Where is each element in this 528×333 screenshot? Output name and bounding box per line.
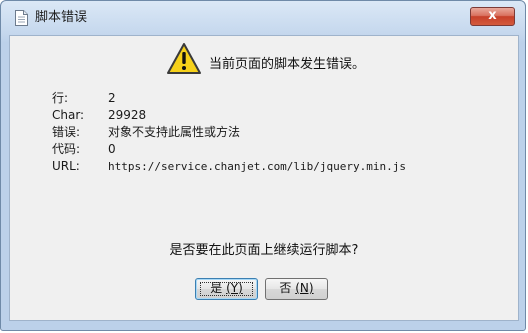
- error-headline: 当前页面的脚本发生错误。: [209, 57, 366, 72]
- detail-value: 29928: [108, 108, 147, 122]
- warning-triangle-icon: [166, 42, 202, 76]
- detail-label: 代码:: [52, 142, 81, 156]
- document-icon: [15, 10, 28, 26]
- yes-button-label: 是 (Y): [210, 281, 243, 295]
- window-title: 脚本错误: [35, 10, 88, 25]
- detail-value-url: https://service.chanjet.com/lib/jquery.m…: [108, 160, 407, 173]
- detail-label: 错误:: [52, 125, 81, 139]
- detail-value: 2: [108, 91, 116, 105]
- title-bar[interactable]: 脚本错误 x: [1, 1, 525, 35]
- close-icon: x: [488, 8, 497, 23]
- close-button[interactable]: x: [470, 7, 515, 26]
- detail-label: Char:: [52, 108, 85, 122]
- detail-value: 0: [108, 142, 116, 156]
- detail-value: 对象不支持此属性或方法: [108, 125, 241, 139]
- script-error-dialog: 脚本错误 x 当前页面的脚本发生错误。 行: 2 Char: 29928 错误:: [0, 0, 526, 331]
- detail-label: 行:: [52, 91, 69, 105]
- continue-question: 是否要在此页面上继续运行脚本?: [169, 243, 359, 258]
- no-button-label: 否 (N): [279, 281, 314, 295]
- yes-button[interactable]: 是 (Y): [195, 278, 258, 300]
- dialog-body: 当前页面的脚本发生错误。 行: 2 Char: 29928 错误: 对象不支持此…: [9, 35, 519, 321]
- no-button[interactable]: 否 (N): [265, 278, 328, 300]
- detail-label: URL:: [52, 159, 80, 173]
